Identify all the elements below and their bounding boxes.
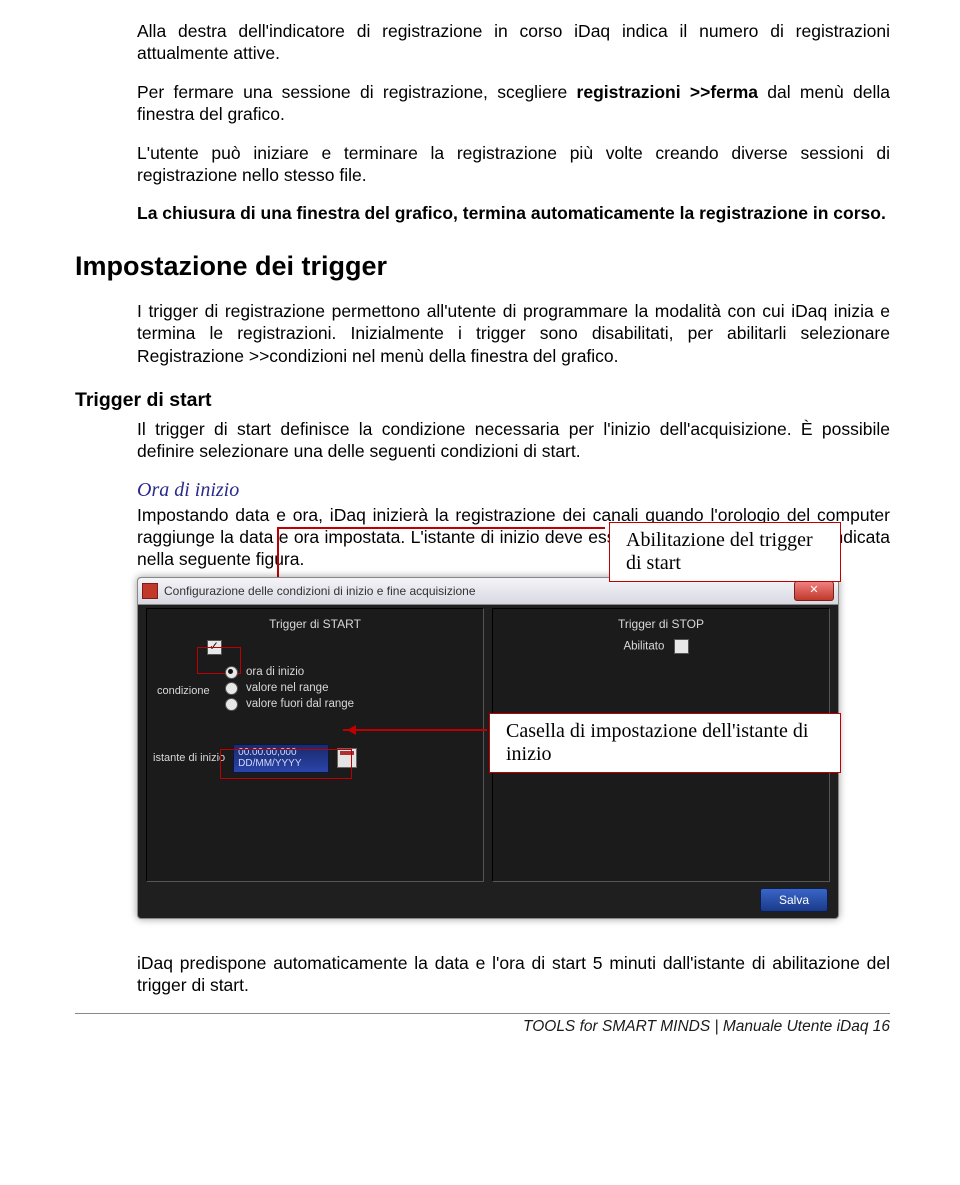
radio-valore-range[interactable] — [225, 682, 238, 695]
dialog-titlebar: Configurazione delle condizioni di inizi… — [138, 578, 838, 605]
panel-header-start: Trigger di START — [147, 609, 483, 639]
text: Per fermare una sessione di registrazion… — [137, 82, 577, 102]
paragraph: Il trigger di start definisce la condizi… — [137, 418, 890, 463]
label-istante-inizio: istante di inizio — [153, 752, 225, 764]
label-condizione: condizione — [157, 685, 210, 697]
annotation-line — [343, 729, 487, 731]
radio-valore-fuori[interactable] — [225, 698, 238, 711]
radio-label: valore nel range — [246, 682, 328, 694]
footer-text: TOOLS for SMART MINDS | Manuale Utente i… — [75, 1014, 890, 1042]
callout-casella-istante: Casella di impostazione dell'istante di … — [489, 713, 841, 773]
heading-trigger-start: Trigger di start — [75, 389, 890, 412]
heading-trigger: Impostazione dei trigger — [75, 251, 890, 282]
app-icon — [142, 583, 158, 599]
radio-label: ora di inizio — [246, 666, 304, 678]
subheading-ora-inizio: Ora di inizio — [137, 479, 890, 502]
dialog-title: Configurazione delle condizioni di inizi… — [164, 584, 476, 598]
paragraph: iDaq predispone automaticamente la data … — [75, 952, 890, 997]
paragraph: L'utente può iniziare e terminare la reg… — [75, 142, 890, 187]
callout-abilitazione: Abilitazione del trigger di start — [609, 522, 841, 582]
annotation-box — [220, 749, 352, 779]
paragraph: Alla destra dell'indicatore di registraz… — [75, 20, 890, 65]
figure-dialog: Abilitazione del trigger di start Config… — [137, 577, 841, 922]
paragraph: Per fermare una sessione di registrazion… — [75, 81, 890, 126]
paragraph: I trigger di registrazione permettono al… — [75, 300, 890, 367]
close-icon[interactable]: ✕ — [794, 581, 834, 601]
panel-header-stop: Trigger di STOP — [493, 609, 829, 639]
paragraph-bold: La chiusura di una finestra del grafico,… — [75, 202, 890, 224]
label-abilitato: Abilitato — [623, 640, 664, 652]
bold-text: registrazioni >>ferma — [577, 82, 758, 102]
save-button[interactable]: Salva — [760, 888, 828, 912]
radio-label: valore fuori dal range — [246, 698, 354, 710]
radio-ora-inizio[interactable] — [225, 666, 238, 679]
panel-trigger-start: Trigger di START condizione ora di inizi… — [146, 608, 484, 882]
checkbox-stop-enabled[interactable] — [674, 639, 689, 654]
